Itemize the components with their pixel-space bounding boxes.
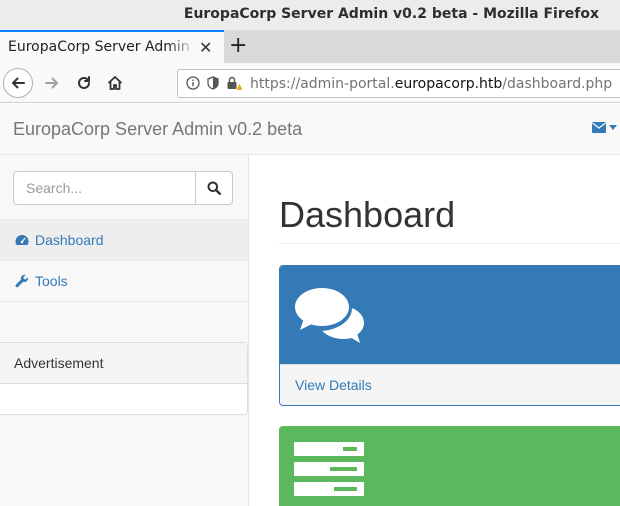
info-icon[interactable] <box>186 76 200 90</box>
sidebar-item-label: Tools <box>35 273 68 289</box>
site-brand[interactable]: EuropaCorp Server Admin v0.2 beta <box>13 119 302 140</box>
sidebar-search <box>13 171 233 205</box>
window-titlebar: EuropaCorp Server Admin v0.2 beta - Mozi… <box>0 0 620 30</box>
site-navbar: EuropaCorp Server Admin v0.2 beta <box>0 104 620 155</box>
sidebar-item-dashboard[interactable]: Dashboard <box>0 220 248 261</box>
web-page: EuropaCorp Server Admin v0.2 beta Dashbo… <box>0 104 620 506</box>
wrench-icon <box>15 274 29 288</box>
advertisement-heading: Advertisement <box>0 343 247 384</box>
comments-panel: View Details <box>279 265 620 406</box>
advertisement-panel: Advertisement <box>0 342 248 415</box>
new-tab-plus-icon[interactable]: + <box>229 33 247 58</box>
tab-europacorp[interactable]: EuropaCorp Server Admin v0.2 beta ✕ <box>0 30 224 63</box>
sidebar-item-label: Dashboard <box>35 232 104 248</box>
main-content: Dashboard View Details <box>250 155 620 506</box>
messages-dropdown[interactable] <box>592 122 617 133</box>
url-scheme: https://admin-portal. <box>250 76 395 92</box>
dashboard-icon <box>15 235 29 245</box>
comments-icon <box>295 288 364 343</box>
tab-close-icon[interactable]: ✕ <box>199 38 212 58</box>
search-input[interactable] <box>13 171 195 205</box>
sidebar: Dashboard Tools Advertisement <box>0 155 249 506</box>
insecure-lock-icon[interactable] <box>226 76 242 90</box>
home-icon[interactable] <box>100 68 130 98</box>
tab-title: EuropaCorp Server Admin v0.2 beta <box>8 39 196 55</box>
sidebar-item-tools[interactable]: Tools <box>0 261 248 302</box>
tasks-icon <box>294 442 364 496</box>
url-host: europacorp.htb <box>394 76 503 92</box>
url-icons <box>186 76 242 90</box>
comments-panel-heading <box>280 266 620 364</box>
url-path: /dashboard.php <box>502 76 613 92</box>
navigation-toolbar: https://admin-portal.europacorp.htb/dash… <box>0 63 620 103</box>
shield-icon[interactable] <box>206 76 220 90</box>
back-arrow-icon[interactable] <box>3 68 33 98</box>
url-text: https://admin-portal.europacorp.htb/dash… <box>250 76 612 92</box>
forward-arrow-icon[interactable] <box>37 68 67 98</box>
caret-down-icon <box>609 124 617 130</box>
reload-icon[interactable] <box>69 68 99 98</box>
search-button[interactable] <box>195 171 233 205</box>
view-details-link[interactable]: View Details <box>280 364 620 405</box>
page-title: Dashboard <box>279 194 456 235</box>
window-title: EuropaCorp Server Admin v0.2 beta - Mozi… <box>183 6 599 22</box>
envelope-icon <box>592 122 606 133</box>
tasks-panel <box>279 426 620 506</box>
page-header: Dashboard <box>279 195 620 244</box>
search-icon <box>207 181 221 195</box>
tab-strip: EuropaCorp Server Admin v0.2 beta ✕ + <box>0 30 620 63</box>
address-bar[interactable]: https://admin-portal.europacorp.htb/dash… <box>177 69 620 98</box>
